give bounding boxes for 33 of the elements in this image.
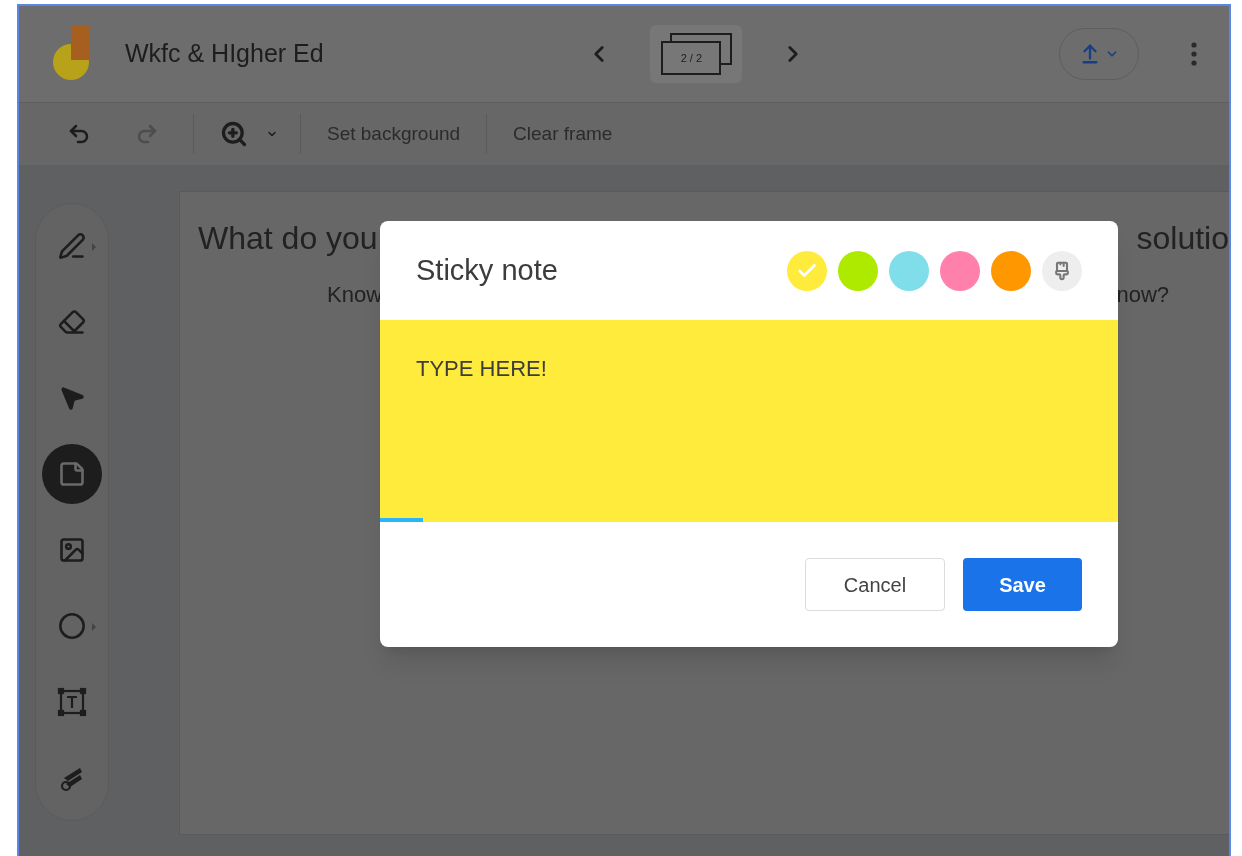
color-swatch[interactable] (787, 250, 827, 291)
undo-button[interactable] (67, 122, 91, 146)
color-swatch[interactable] (889, 250, 929, 291)
document-title: Wkfc & HIgher Ed (125, 38, 324, 70)
frame-subtitle-text: Know (327, 281, 383, 309)
pointer-icon (58, 384, 86, 412)
note-text-area[interactable]: TYPE HERE! (380, 320, 1118, 522)
text-box-icon (57, 687, 87, 717)
zoom-in-icon (220, 120, 248, 148)
redo-icon (135, 122, 159, 146)
color-swatch[interactable] (991, 250, 1031, 291)
toolbar-action-button[interactable]: Clear frame (487, 119, 639, 149)
image-icon (58, 536, 86, 564)
color-swatch[interactable] (838, 250, 878, 291)
frame-subtitle-text: now? (1116, 281, 1169, 309)
sticky-note-icon (58, 460, 86, 488)
color-swatch[interactable] (940, 250, 980, 291)
toolbar-action-button[interactable]: Set background (301, 119, 487, 149)
more-menu-button[interactable] (1191, 42, 1197, 66)
more-icon (1191, 42, 1197, 66)
frame-title-text: What do you (198, 219, 378, 258)
frame-counter-button[interactable]: 2 / 2 (650, 25, 743, 83)
pen-icon (58, 232, 86, 260)
zoom-button[interactable] (220, 120, 278, 148)
frame-title-text: solutio (1136, 219, 1229, 258)
input-underline (380, 518, 423, 522)
undo-icon (67, 122, 91, 146)
dialog-title: Sticky note (416, 252, 558, 288)
circle-icon (58, 612, 86, 640)
tool-button[interactable] (42, 444, 102, 504)
save-button[interactable]: Save (963, 558, 1082, 611)
eraser-icon (58, 308, 86, 336)
cancel-button[interactable]: Cancel (805, 558, 945, 611)
